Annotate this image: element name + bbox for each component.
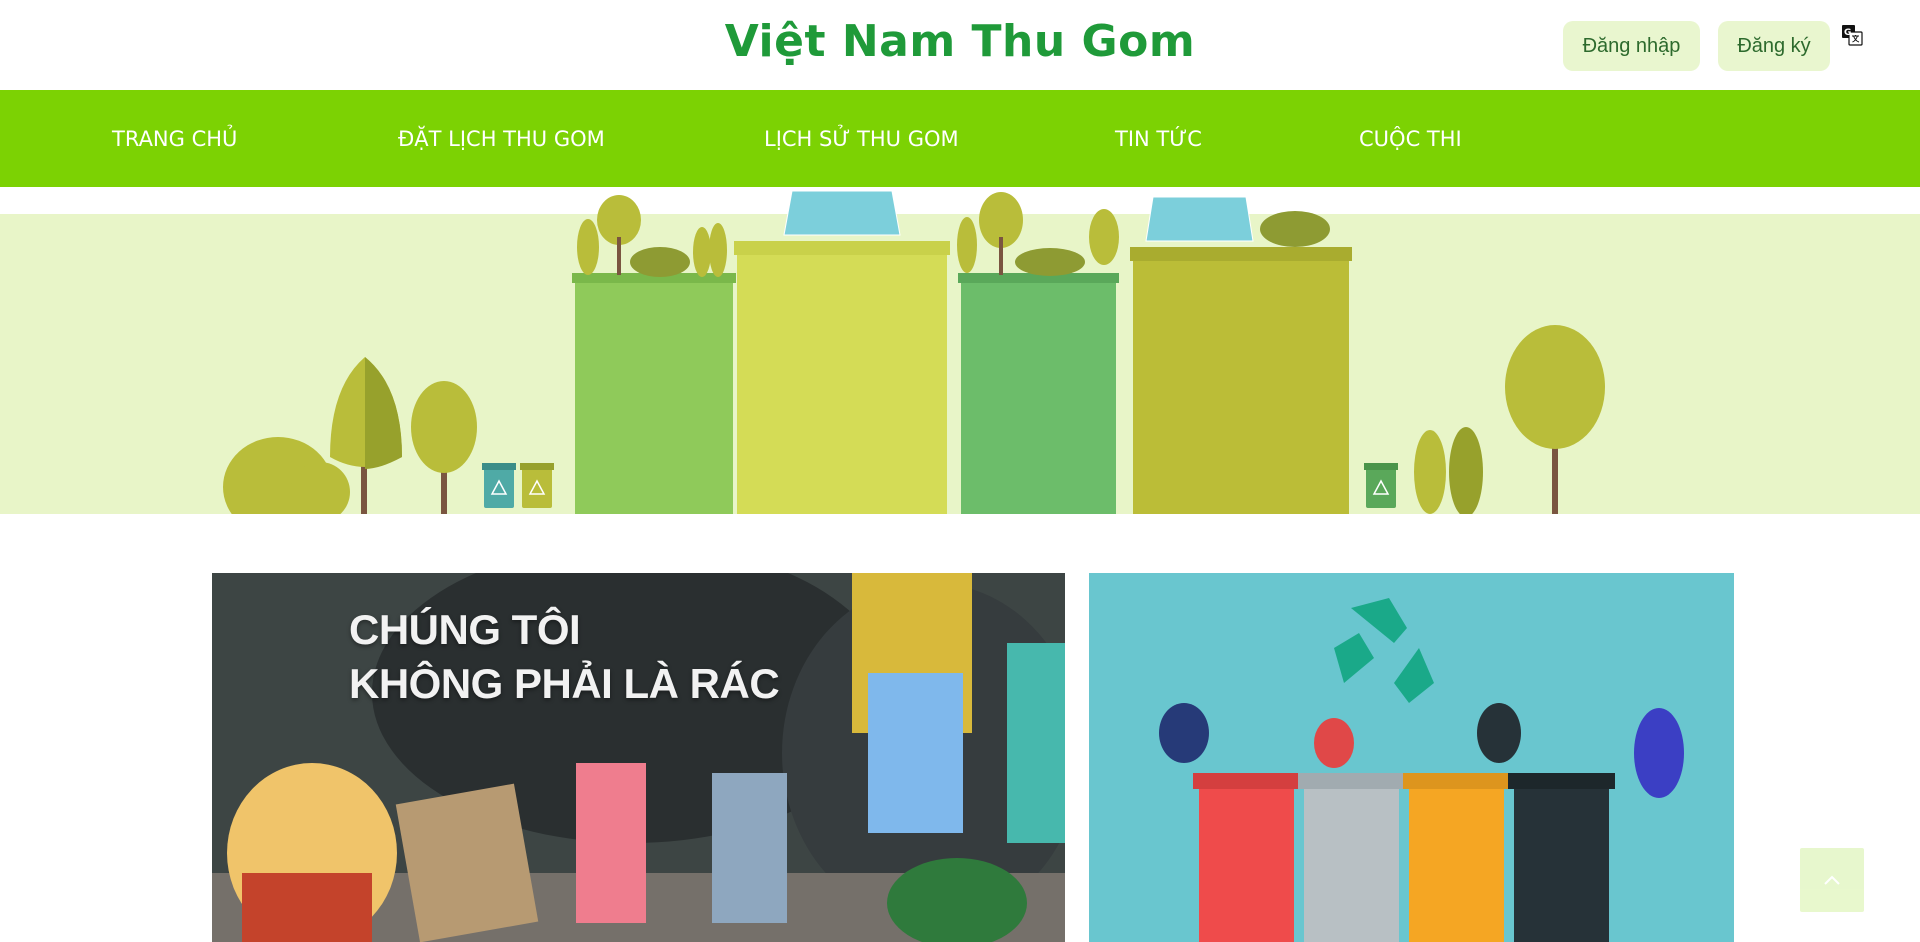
card-headline-line-2: KHÔNG PHẢI LÀ RÁC: [349, 660, 780, 707]
nav-item-collection-history[interactable]: LỊCH SỬ THU GOM: [764, 90, 959, 187]
site-header: Việt Nam Thu Gom Đăng nhập Đăng ký G: [0, 0, 1920, 90]
waste-sorting-illustration: [1089, 573, 1734, 942]
card-headline: CHÚNG TÔI KHÔNG PHẢI LÀ RÁC: [349, 603, 780, 711]
card-not-trash[interactable]: CHÚNG TÔI KHÔNG PHẢI LÀ RÁC: [212, 573, 1065, 942]
card-sort-waste[interactable]: [1089, 573, 1734, 942]
hero-banner: [0, 187, 1920, 514]
feature-cards: CHÚNG TÔI KHÔNG PHẢI LÀ RÁC: [0, 573, 1920, 942]
nav-item-news[interactable]: TIN TỨC: [1115, 90, 1202, 187]
nav-item-schedule-collection[interactable]: ĐẶT LỊCH THU GOM: [398, 90, 605, 187]
main-navigation: TRANG CHỦ ĐẶT LỊCH THU GOM LỊCH SỬ THU G…: [0, 90, 1920, 187]
recycle-bin-icon: [482, 463, 516, 508]
chevron-up-icon: [1824, 875, 1840, 885]
register-button[interactable]: Đăng ký: [1718, 21, 1830, 71]
nav-item-home[interactable]: TRANG CHỦ: [112, 90, 237, 187]
scroll-to-top-button[interactable]: [1800, 848, 1864, 912]
card-headline-line-1: CHÚNG TÔI: [349, 606, 581, 653]
login-button[interactable]: Đăng nhập: [1563, 21, 1700, 71]
city-illustration: [0, 190, 1920, 514]
nav-item-contest[interactable]: CUỘC THI: [1359, 90, 1462, 187]
svg-text:G: G: [1844, 28, 1851, 38]
google-translate-icon[interactable]: G: [1841, 24, 1863, 46]
